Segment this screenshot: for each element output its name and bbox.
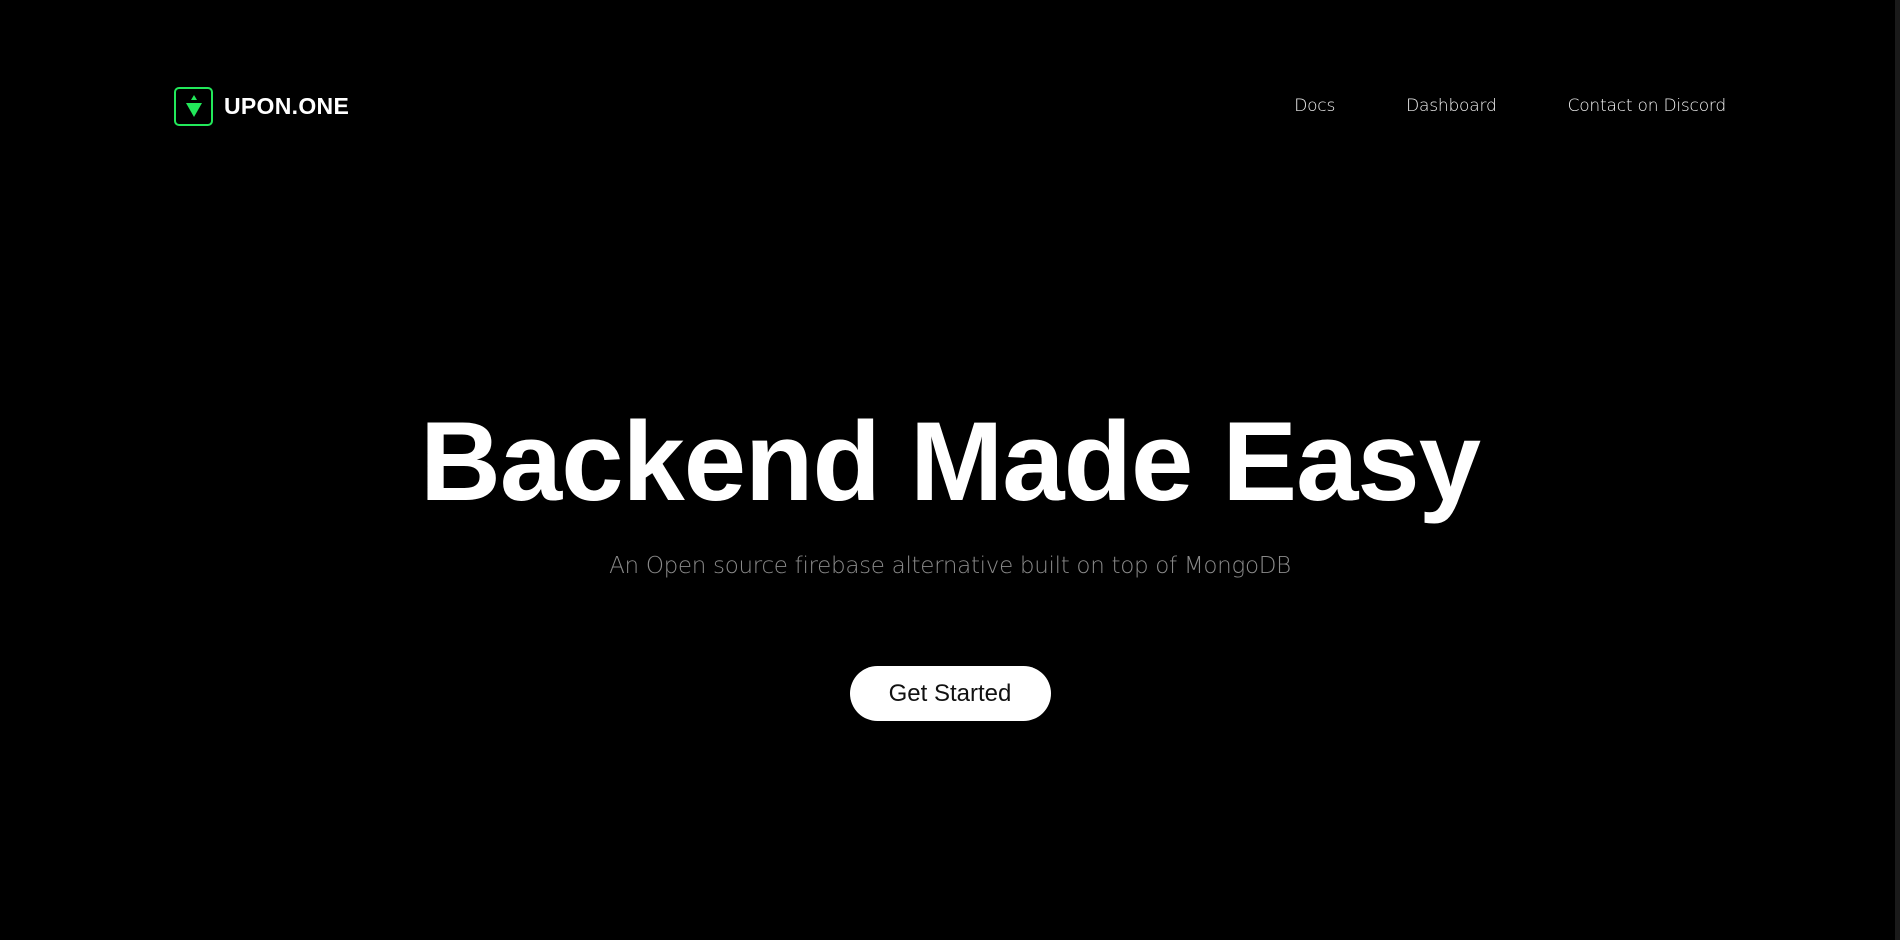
brand-name: UPON.ONE [224, 92, 350, 119]
nav-link-dashboard[interactable]: Dashboard [1406, 96, 1497, 116]
hero-title: Backend Made Easy [420, 399, 1481, 524]
top-navbar: UPON.ONE Docs Dashboard Contact on Disco… [174, 86, 1726, 126]
arrow-down-logo-icon [174, 86, 213, 126]
nav-link-contact-discord[interactable]: Contact on Discord [1568, 96, 1727, 116]
nav-link-docs[interactable]: Docs [1294, 96, 1335, 116]
get-started-button[interactable]: Get Started [849, 666, 1051, 721]
cta-container: Get Started [0, 666, 1900, 721]
hero-section: Backend Made Easy An Open source firebas… [0, 399, 1900, 580]
nav-links: Docs Dashboard Contact on Discord [1294, 96, 1726, 116]
brand-logo-link[interactable]: UPON.ONE [174, 86, 350, 126]
hero-subtitle: An Open source firebase alternative buil… [609, 553, 1291, 579]
page-scrollbar[interactable] [1895, 0, 1900, 940]
landing-page: UPON.ONE Docs Dashboard Contact on Disco… [0, 0, 1900, 940]
